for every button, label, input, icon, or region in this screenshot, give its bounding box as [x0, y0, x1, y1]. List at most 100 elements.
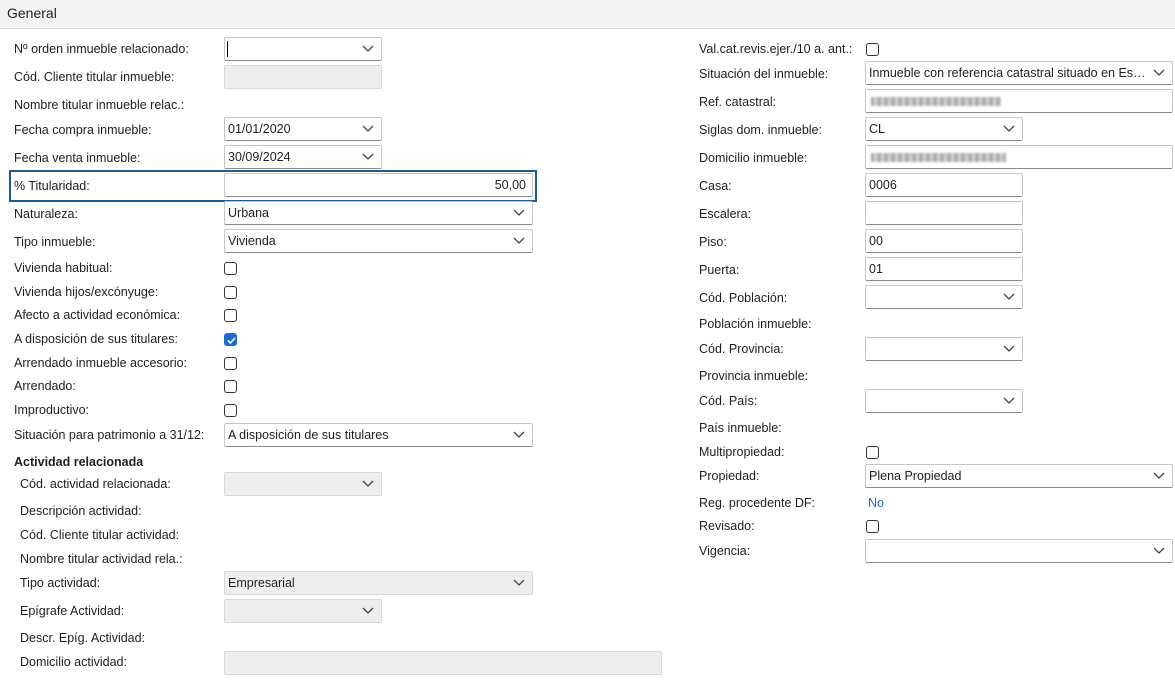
descr-epigrafe-label: Descr. Epíg. Actividad:	[20, 631, 146, 645]
domicilio-actividad-label: Domicilio actividad:	[20, 655, 127, 669]
arrendado-checkbox[interactable]	[224, 380, 237, 393]
tipo-actividad-dropdown: Empresarial	[224, 571, 533, 595]
cod-actividad-dropdown	[224, 472, 382, 496]
situacion-patrimonio-value: A disposición de sus titulares	[228, 428, 389, 442]
pais-label: País inmueble:	[699, 421, 782, 435]
section-header: General	[0, 0, 1175, 29]
redacted-ref-catastral	[871, 97, 1001, 106]
siglas-label: Siglas dom. inmueble:	[699, 123, 822, 137]
chevron-down-icon	[1003, 293, 1015, 300]
puerta-input[interactable]: 01	[865, 257, 1023, 281]
chevron-down-icon	[362, 153, 374, 160]
titularidad-input[interactable]: 50,00	[224, 173, 533, 197]
piso-label: Piso:	[699, 235, 727, 249]
escalera-input[interactable]	[865, 201, 1023, 225]
puerta-label: Puerta:	[699, 263, 740, 277]
afecto-actividad-label: Afecto a actividad económica:	[14, 308, 181, 322]
tipo-inmueble-label: Tipo inmueble:	[14, 235, 96, 249]
titularidad-value: 50,00	[494, 178, 526, 192]
nombre-titular-label: Nombre titular inmueble relac.:	[14, 98, 185, 112]
siglas-value: CL	[869, 122, 885, 136]
situacion-inmueble-label: Situación del inmueble:	[699, 67, 829, 81]
vivienda-hijos-checkbox[interactable]	[224, 286, 237, 299]
casa-value: 0006	[869, 178, 897, 192]
domicilio-inmueble-label: Domicilio inmueble:	[699, 151, 808, 165]
naturaleza-label: Naturaleza:	[14, 207, 78, 221]
fecha-venta-label: Fecha venta inmueble:	[14, 151, 141, 165]
piso-input[interactable]: 00	[865, 229, 1023, 253]
situacion-inmueble-dropdown[interactable]: Inmueble con referencia catastral situad…	[865, 61, 1173, 85]
cod-poblacion-dropdown[interactable]	[865, 285, 1023, 309]
fecha-compra-value: 01/01/2020	[228, 122, 291, 136]
afecto-actividad-checkbox[interactable]	[224, 309, 237, 322]
tipo-actividad-label: Tipo actividad:	[20, 576, 101, 590]
valcat-checkbox[interactable]	[866, 43, 879, 56]
situacion-patrimonio-label: Situación para patrimonio a 31/12:	[14, 428, 205, 442]
section-title: General	[7, 5, 57, 21]
cod-poblacion-label: Cód. Población:	[699, 291, 788, 305]
chevron-down-icon	[1153, 472, 1165, 479]
a-disposicion-checkbox[interactable]	[224, 333, 237, 346]
naturaleza-dropdown[interactable]: Urbana	[224, 201, 533, 225]
propiedad-value: Plena Propiedad	[869, 469, 962, 483]
fecha-venta-picker[interactable]: 30/09/2024	[224, 145, 382, 169]
chevron-down-icon	[1153, 547, 1165, 554]
situacion-patrimonio-dropdown[interactable]: A disposición de sus titulares	[224, 423, 533, 447]
cod-pais-label: Cód. País:	[699, 394, 758, 408]
casa-input[interactable]: 0006	[865, 173, 1023, 197]
tipo-inmueble-value: Vivienda	[228, 234, 276, 248]
revisado-label: Revisado:	[699, 519, 755, 533]
propiedad-label: Propiedad:	[699, 469, 760, 483]
titularidad-label: % Titularidad:	[14, 179, 90, 193]
vigencia-dropdown[interactable]	[865, 539, 1173, 563]
chevron-down-icon	[1003, 125, 1015, 132]
cod-pais-dropdown[interactable]	[865, 389, 1023, 413]
fecha-compra-picker[interactable]: 01/01/2020	[224, 117, 382, 141]
valcat-label: Val.cat.revis.ejer./10 a. ant.:	[699, 42, 853, 56]
chevron-down-icon	[362, 607, 374, 614]
siglas-dropdown[interactable]: CL	[865, 117, 1023, 141]
piso-value: 00	[869, 234, 883, 248]
arrendado-accesorio-label: Arrendado inmueble accesorio:	[14, 356, 188, 370]
puerta-value: 01	[869, 262, 883, 276]
situacion-inmueble-value: Inmueble con referencia catastral situad…	[869, 66, 1150, 80]
epigrafe-dropdown	[224, 599, 382, 623]
propiedad-dropdown[interactable]: Plena Propiedad	[865, 464, 1173, 488]
ref-catastral-input[interactable]	[865, 89, 1173, 113]
chevron-down-icon	[513, 237, 525, 244]
provincia-label: Provincia inmueble:	[699, 369, 809, 383]
cod-provincia-dropdown[interactable]	[865, 337, 1023, 361]
cod-cliente-actividad-label: Cód. Cliente titular actividad:	[20, 528, 180, 542]
chevron-down-icon	[1003, 397, 1015, 404]
vivienda-habitual-label: Vivienda habitual:	[14, 261, 113, 275]
fecha-compra-label: Fecha compra inmueble:	[14, 123, 152, 137]
chevron-down-icon	[1003, 345, 1015, 352]
vigencia-label: Vigencia:	[699, 544, 751, 558]
vivienda-habitual-checkbox[interactable]	[224, 262, 237, 275]
arrendado-label: Arrendado:	[14, 379, 76, 393]
cod-cliente-label: Cód. Cliente titular inmueble:	[14, 70, 175, 84]
tipo-actividad-value: Empresarial	[228, 576, 295, 590]
arrendado-accesorio-checkbox[interactable]	[224, 357, 237, 370]
ref-catastral-label: Ref. catastral:	[699, 95, 777, 109]
naturaleza-value: Urbana	[228, 206, 269, 220]
cod-provincia-label: Cód. Provincia:	[699, 342, 784, 356]
tipo-inmueble-dropdown[interactable]: Vivienda	[224, 229, 533, 253]
chevron-down-icon	[362, 480, 374, 487]
chevron-down-icon	[1153, 69, 1165, 76]
escalera-label: Escalera:	[699, 207, 752, 221]
poblacion-label: Población inmueble:	[699, 317, 812, 331]
domicilio-inmueble-input[interactable]	[865, 145, 1173, 169]
epigrafe-label: Epígrafe Actividad:	[20, 604, 125, 618]
multipropiedad-checkbox[interactable]	[866, 446, 879, 459]
check-icon	[227, 337, 236, 345]
descripcion-actividad-label: Descripción actividad:	[20, 504, 142, 518]
reg-procedente-label: Reg. procedente DF:	[699, 496, 816, 510]
revisado-checkbox[interactable]	[866, 520, 879, 533]
reg-procedente-link[interactable]: No	[868, 495, 884, 511]
orden-dropdown[interactable]	[224, 37, 382, 61]
actividad-heading: Actividad relacionada	[14, 455, 144, 469]
chevron-down-icon	[362, 45, 374, 52]
improductivo-checkbox[interactable]	[224, 404, 237, 417]
improductivo-label: Improductivo:	[14, 403, 90, 417]
